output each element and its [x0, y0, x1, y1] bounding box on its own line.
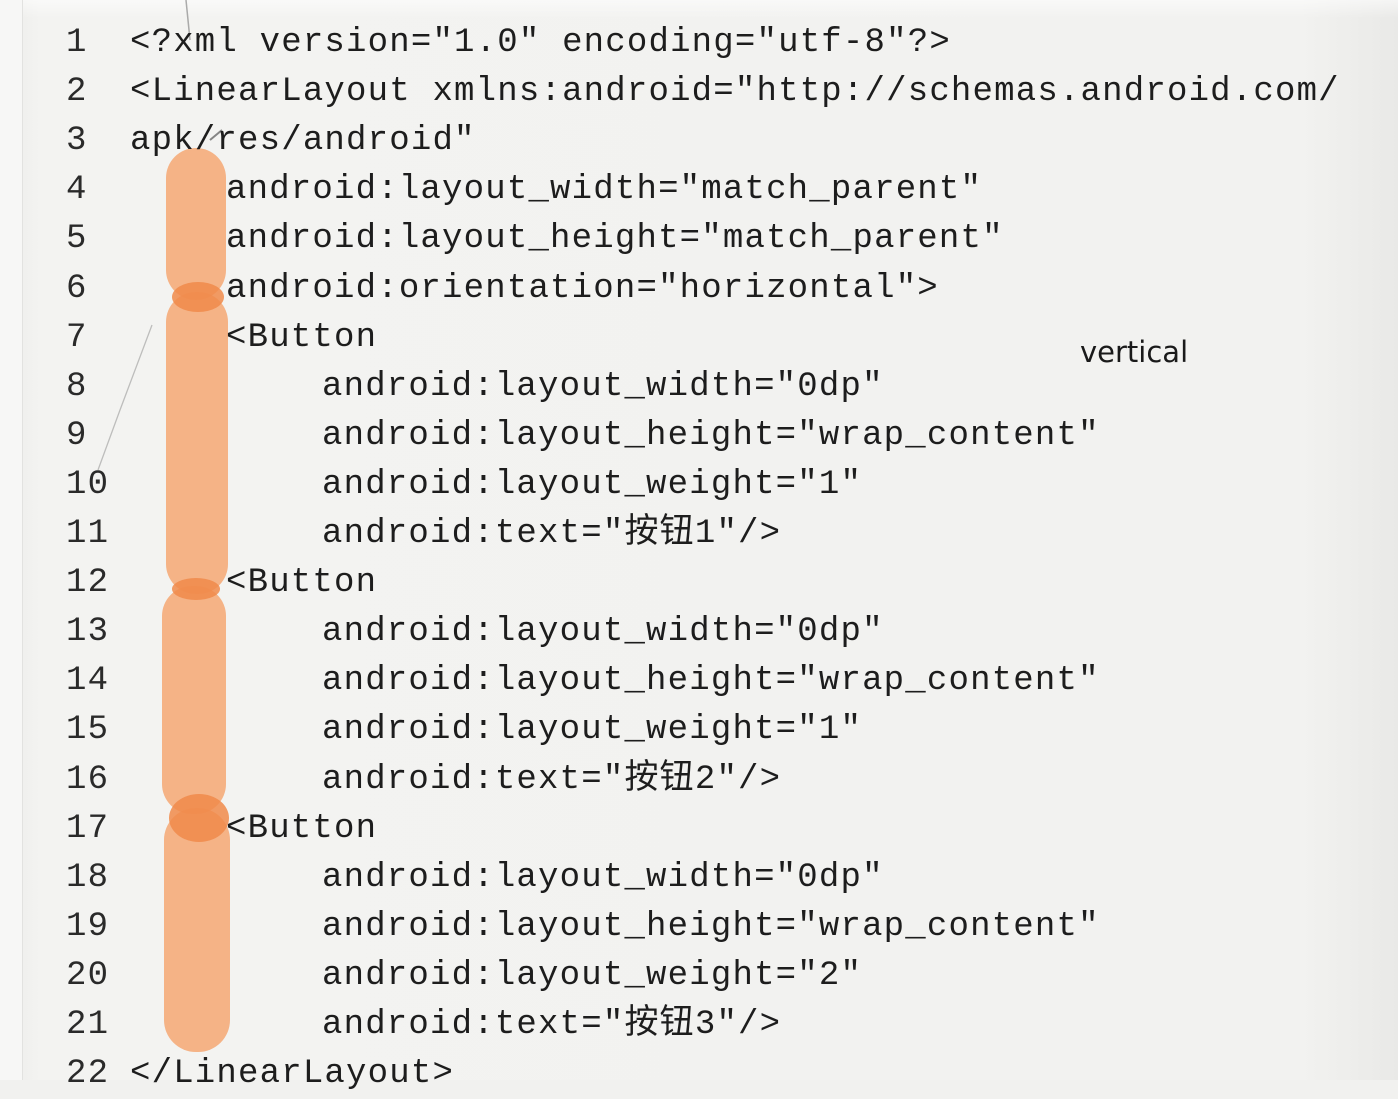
- code-text: android:text="按钮2"/>: [322, 760, 782, 799]
- code-line: 22 </LinearLayout>: [0, 1050, 1398, 1099]
- code-text: android:layout_width="0dp": [322, 858, 884, 897]
- code-text: <Button: [226, 809, 378, 848]
- code-text: <Button: [226, 318, 378, 357]
- code-line: 1 <?xml version="1.0" encoding="utf-8"?>: [0, 19, 1398, 68]
- line-number: 20: [66, 956, 110, 995]
- code-line: 21 android:text="按钮3"/>: [0, 1001, 1398, 1050]
- line-number: 11: [66, 515, 110, 553]
- code-text: android:layout_height="match_parent": [226, 220, 1004, 259]
- code-text: android:layout_width="0dp": [322, 613, 884, 652]
- code-line: 18 android:layout_width="0dp": [0, 854, 1398, 903]
- code-line: 16 android:text="按钮2"/>: [0, 756, 1398, 805]
- line-number: 12: [66, 564, 110, 603]
- code-listing: 1 <?xml version="1.0" encoding="utf-8"?> 2…: [0, 0, 1398, 1093]
- code-line: 6 android:orientation="horizontal">: [0, 265, 1398, 314]
- code-text: android:layout_weight="2": [322, 956, 863, 995]
- code-line: 11 android:text="按钮1"/>: [0, 510, 1398, 559]
- code-line: 17 <Button: [0, 805, 1398, 854]
- line-number: 7: [66, 318, 88, 357]
- code-text: <LinearLayout xmlns:android="http://sche…: [130, 73, 1340, 112]
- code-line: 7 <Button: [0, 314, 1398, 363]
- code-line: 19 android:layout_height="wrap_content": [0, 903, 1398, 952]
- code-text: android:layout_width="0dp": [322, 367, 884, 406]
- code-text: <?xml version="1.0" encoding="utf-8"?>: [130, 24, 951, 62]
- code-line: 12 <Button: [0, 559, 1398, 608]
- code-text: android:layout_width="match_parent": [226, 171, 983, 210]
- line-number: 1: [66, 24, 88, 62]
- line-number: 2: [66, 73, 88, 112]
- code-line: 9 android:layout_height="wrap_content": [0, 412, 1398, 461]
- code-line: 3 apk/res/android": [0, 117, 1398, 166]
- code-text: android:layout_height="wrap_content": [322, 416, 1100, 455]
- code-line: 8 android:layout_width="0dp": [0, 363, 1398, 412]
- code-text: android:layout_height="wrap_content": [322, 662, 1100, 701]
- code-line: 20 android:layout_weight="2": [0, 952, 1398, 1001]
- code-line: 14 android:layout_height="wrap_content": [0, 657, 1398, 706]
- code-text: android:orientation="horizontal">: [226, 269, 939, 308]
- line-number: 17: [66, 809, 110, 848]
- line-number: 22: [66, 1055, 110, 1094]
- code-line: 2 <LinearLayout xmlns:android="http://sch…: [0, 68, 1398, 117]
- line-number: 13: [66, 613, 110, 652]
- code-line: 5 android:layout_height="match_parent": [0, 215, 1398, 264]
- code-text: </LinearLayout>: [130, 1055, 455, 1094]
- line-number: 10: [66, 465, 110, 504]
- line-number: 18: [66, 858, 110, 897]
- line-number: 15: [66, 711, 110, 750]
- code-text: android:text="按钮3"/>: [322, 1006, 782, 1044]
- line-number: 3: [66, 122, 88, 161]
- line-number: 21: [66, 1006, 110, 1044]
- line-number: 4: [66, 171, 88, 210]
- code-line: 4 android:layout_width="match_parent": [0, 166, 1398, 215]
- line-number: 19: [66, 907, 110, 946]
- line-number: 5: [66, 220, 88, 259]
- code-text: android:layout_weight="1": [322, 711, 863, 750]
- code-text: apk/res/android": [130, 122, 476, 161]
- line-number: 14: [66, 662, 110, 701]
- line-number: 6: [66, 269, 88, 308]
- code-text: android:layout_height="wrap_content": [322, 907, 1100, 946]
- code-line: 10 android:layout_weight="1": [0, 461, 1398, 510]
- handwritten-note: vertical: [1080, 335, 1189, 369]
- line-number: 16: [66, 760, 110, 799]
- code-text: android:layout_weight="1": [322, 465, 863, 504]
- code-line: 13 android:layout_width="0dp": [0, 608, 1398, 657]
- code-text: <Button: [226, 564, 378, 603]
- line-number: 9: [66, 416, 88, 455]
- line-number: 8: [66, 367, 88, 406]
- code-line: 15 android:layout_weight="1": [0, 706, 1398, 755]
- code-text: android:text="按钮1"/>: [322, 515, 782, 553]
